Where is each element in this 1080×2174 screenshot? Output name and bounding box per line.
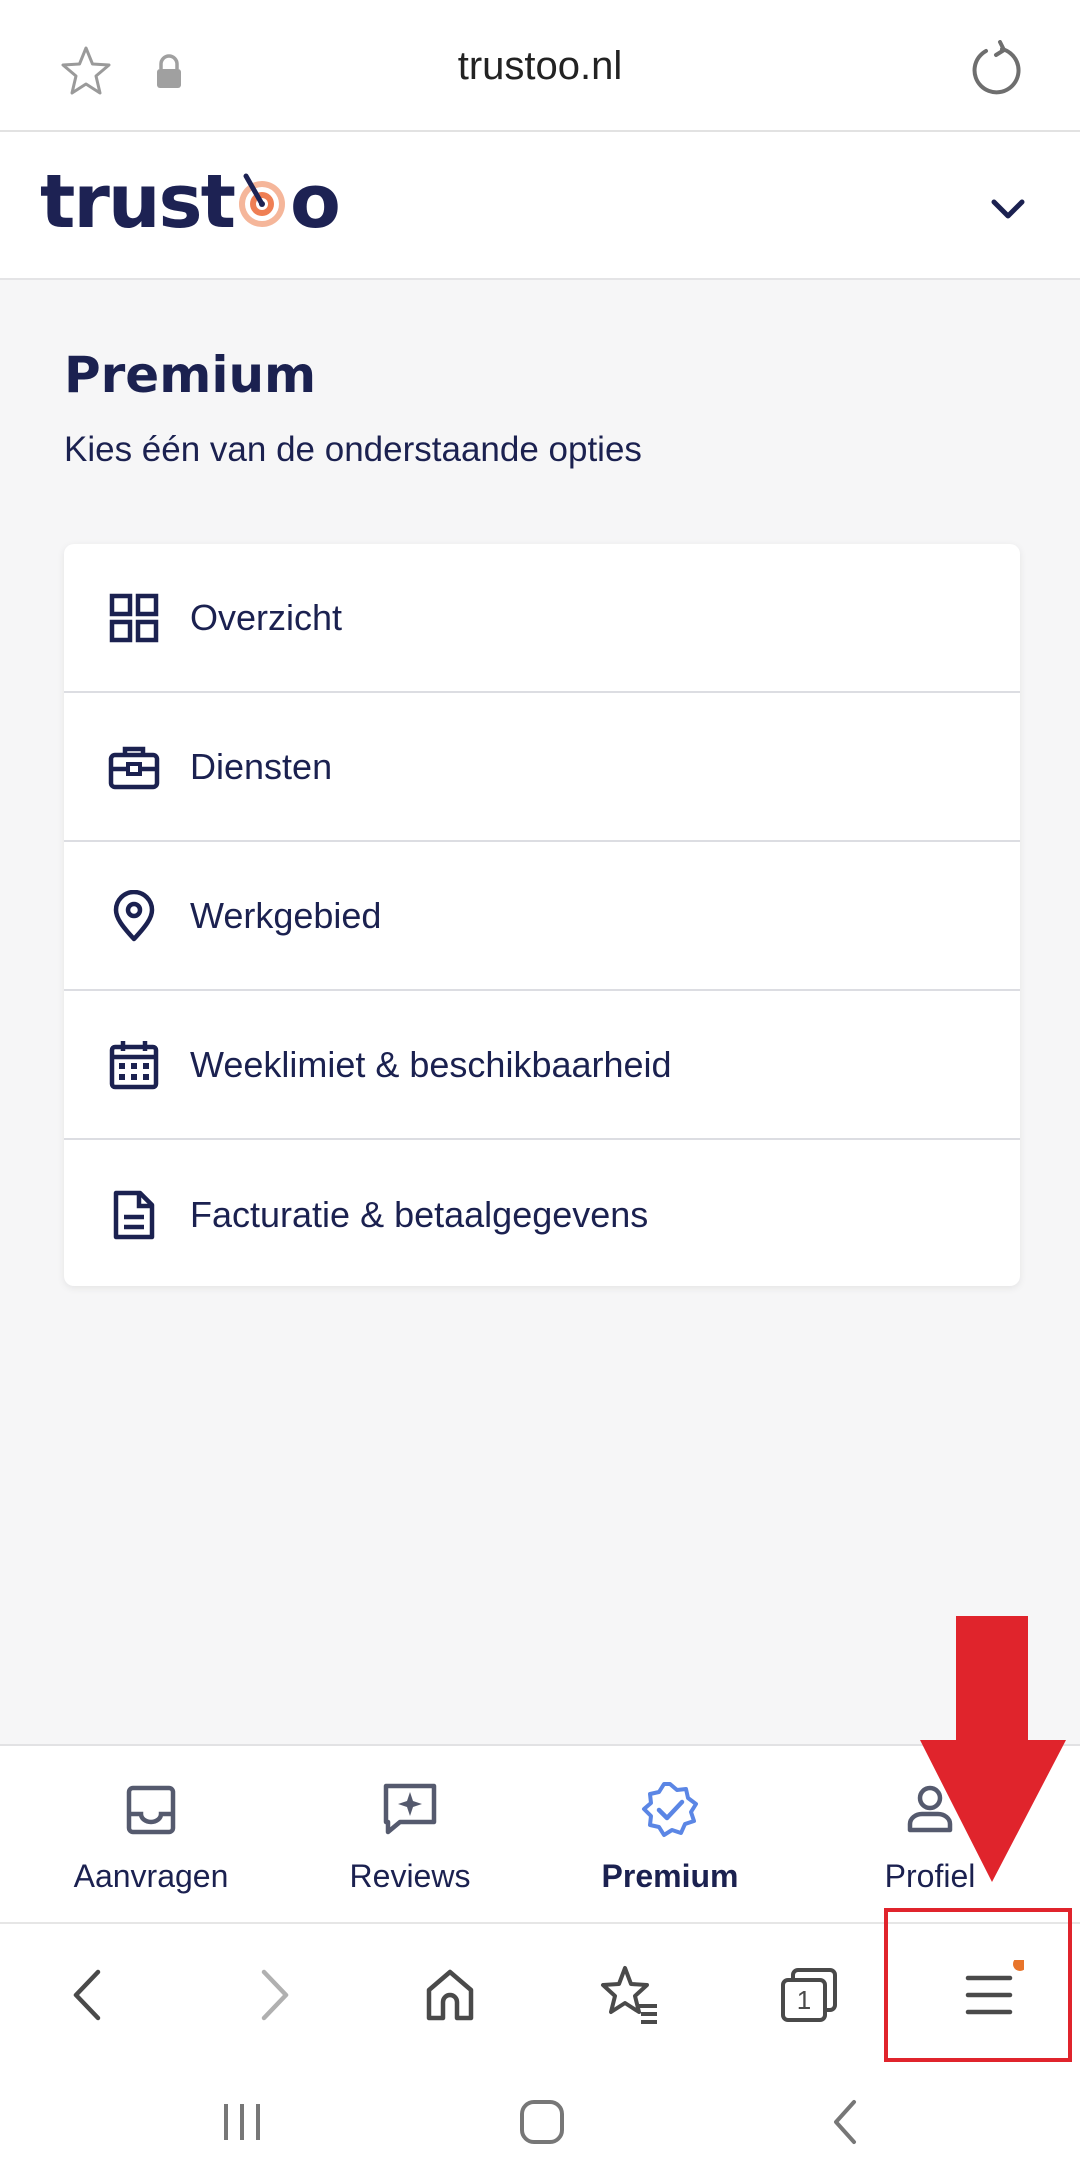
tab-label: Aanvragen [73,1858,229,1894]
menu-item-facturatie[interactable]: Facturatie & betaalgegevens [64,1140,1020,1286]
menu-item-label: Werkgebied [190,894,382,936]
tab-count: 1 [796,1985,812,2015]
annotation-highlight-box [884,1908,1072,2062]
review-icon [383,1783,437,1835]
tabs-button[interactable]: 1 [775,1960,845,2030]
menu-item-label: Weeklimiet & beschikbaarheid [190,1043,672,1085]
menu-item-overzicht[interactable]: Overzicht [64,544,1020,693]
system-nav-bar [0,2064,1080,2174]
home-button-icon[interactable] [514,2094,570,2150]
home-icon[interactable] [415,1960,485,2030]
menu-item-diensten[interactable]: Diensten [64,693,1020,842]
main-content: Premium Kies één van de onderstaande opt… [0,282,1080,1744]
bookmarks-icon[interactable] [595,1960,665,2030]
inbox-icon [126,1785,176,1835]
menu-item-label: Overzicht [190,596,343,638]
document-icon [113,1190,155,1239]
menu-item-label: Diensten [190,745,333,787]
annotation-arrow-down-icon [920,1616,1066,1882]
forward-icon[interactable] [238,1960,308,2030]
menu-item-weeklimiet[interactable]: Weeklimiet & beschikbaarheid [64,991,1020,1140]
tab-reviews[interactable]: Reviews [275,1746,545,1924]
target-logo-icon [238,173,285,227]
chevron-down-icon[interactable] [986,188,1030,232]
recent-apps-icon[interactable] [214,2094,270,2150]
back-icon[interactable] [54,1960,124,2030]
page-title: Premium [64,346,317,404]
verified-badge-icon [642,1782,698,1837]
site-header: trust o [0,132,1080,280]
tab-label: Reviews [349,1858,471,1894]
system-back-icon[interactable] [818,2094,874,2150]
url-text[interactable]: trustoo.nl [0,44,1080,89]
grid-icon [109,593,159,642]
trustoo-logo[interactable]: trust o [40,159,341,245]
location-pin-icon [113,889,155,941]
browser-url-bar: trustoo.nl [0,0,1080,132]
app-tab-bar: Aanvragen Reviews Premium Profiel [0,1744,1080,1922]
page-subtitle: Kies één van de onderstaande opties [64,430,642,469]
menu-item-label: Facturatie & betaalgegevens [190,1193,649,1235]
briefcase-icon [108,746,160,789]
reload-icon[interactable] [966,40,1026,100]
logo-text-part2: o [289,159,341,245]
logo-text-part1: trust [40,159,236,245]
menu-item-werkgebied[interactable]: Werkgebied [64,842,1020,991]
tab-aanvragen[interactable]: Aanvragen [16,1746,286,1924]
tab-label: Premium [601,1858,739,1894]
premium-options-list: Overzicht Diensten Werkgebied Weeklimiet… [64,544,1020,1286]
calendar-icon [109,1040,159,1089]
tab-premium[interactable]: Premium [535,1746,805,1924]
